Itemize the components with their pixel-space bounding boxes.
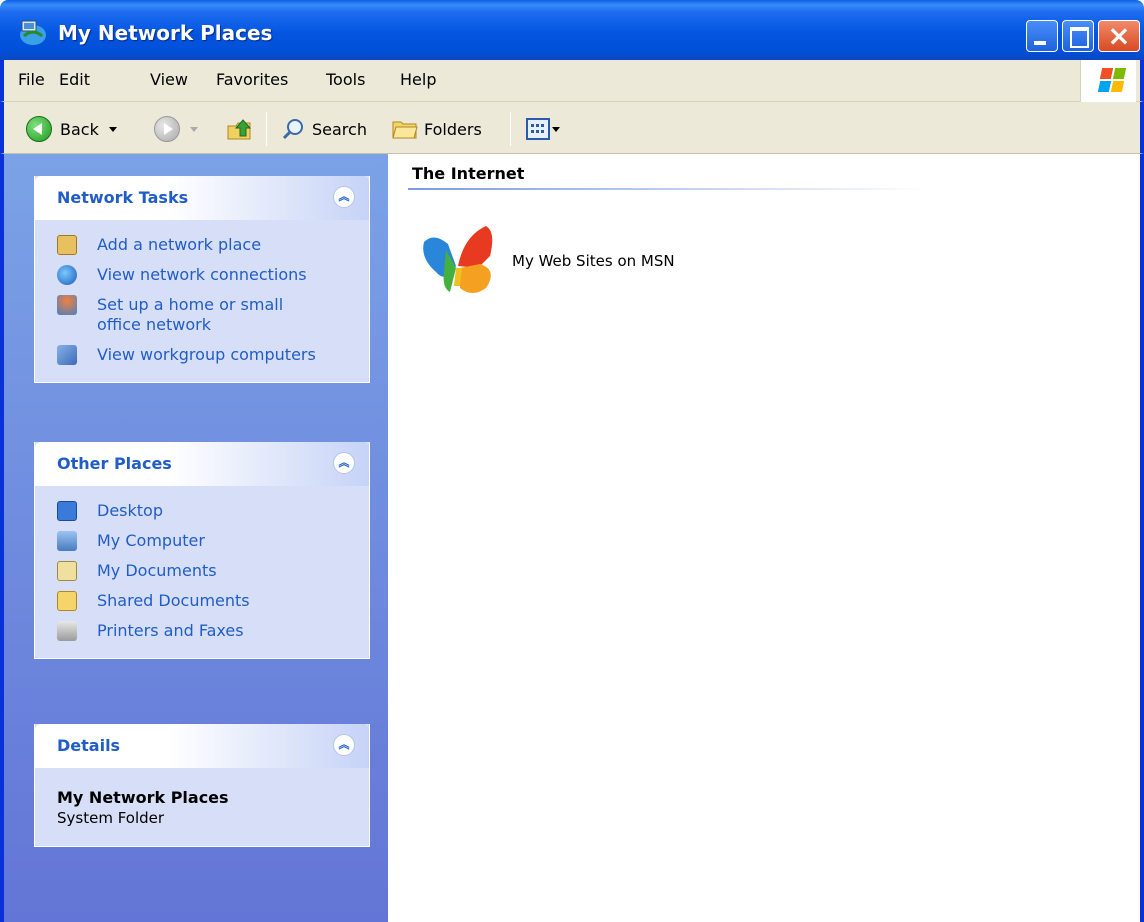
msn-butterfly-icon [423, 226, 493, 293]
menu-bar: File Edit View Favorites Tools Help [0, 60, 1144, 102]
task-setup-home-network[interactable]: Set up a home or small office network [35, 290, 369, 340]
desktop-icon [57, 501, 77, 521]
task-label: Add a network place [97, 235, 262, 254]
group-divider [408, 188, 928, 190]
details-item-type: System Folder [57, 809, 165, 827]
shared-documents-icon [57, 591, 77, 611]
views-dropdown-icon[interactable] [552, 126, 560, 132]
details-title: Details [57, 736, 121, 755]
place-printers-faxes[interactable]: Printers and Faxes [35, 616, 369, 646]
place-my-documents[interactable]: My Documents [35, 556, 369, 586]
toolbar-separator [510, 112, 511, 146]
back-label: Back [60, 119, 99, 139]
network-tasks-title: Network Tasks [57, 188, 189, 207]
item-label: My Web Sites on MSN [512, 252, 675, 270]
group-header: The Internet [412, 164, 525, 183]
details-panel: Details ︽ My Network Places System Folde… [34, 724, 370, 847]
menu-edit[interactable]: Edit [59, 70, 90, 89]
close-button[interactable]: × [1098, 19, 1140, 52]
folders-label: Folders [424, 119, 482, 139]
network-places-icon [20, 20, 46, 45]
network-tasks-header[interactable]: Network Tasks ︽ [35, 176, 369, 220]
network-connections-icon [57, 265, 77, 285]
task-view-network-connections[interactable]: View network connections [35, 260, 369, 290]
views-button[interactable] [526, 112, 560, 146]
place-label: My Documents [97, 561, 217, 580]
details-item-name: My Network Places [57, 788, 229, 807]
collapse-chevron-icon[interactable]: ︽ [333, 452, 355, 474]
place-desktop[interactable]: Desktop [35, 496, 369, 526]
search-icon [282, 119, 303, 140]
my-computer-icon [57, 531, 77, 551]
folders-icon [392, 121, 418, 139]
forward-dropdown-icon[interactable] [190, 126, 198, 132]
place-label: Printers and Faxes [97, 621, 244, 640]
other-places-title: Other Places [57, 454, 172, 473]
forward-arrow-icon [154, 116, 180, 142]
menu-tools[interactable]: Tools [326, 70, 365, 89]
toolbar: Back Search Folders [0, 102, 1144, 154]
folders-button[interactable]: Folders [392, 112, 482, 146]
window-right-border [1140, 154, 1144, 922]
place-my-computer[interactable]: My Computer [35, 526, 369, 556]
place-label: My Computer [97, 531, 205, 550]
task-label: View workgroup computers [97, 345, 316, 364]
task-add-network-place[interactable]: Add a network place [35, 230, 369, 260]
place-label: Shared Documents [97, 591, 250, 610]
place-label: Desktop [97, 501, 163, 520]
search-button[interactable]: Search [282, 112, 367, 146]
views-icon [526, 118, 550, 140]
add-network-place-icon [57, 235, 77, 255]
my-documents-icon [57, 561, 77, 581]
back-dropdown-icon[interactable] [108, 126, 117, 132]
task-label: View network connections [97, 265, 307, 284]
forward-button[interactable] [154, 112, 198, 146]
content-area: The Internet My Web Sites on MSN [388, 154, 1144, 922]
other-places-header[interactable]: Other Places ︽ [35, 442, 369, 486]
menu-help[interactable]: Help [400, 70, 436, 89]
close-icon: × [1107, 19, 1131, 52]
collapse-chevron-icon[interactable]: ︽ [333, 186, 355, 208]
menu-view[interactable]: View [150, 70, 188, 89]
item-my-web-sites-msn[interactable]: My Web Sites on MSN [416, 222, 675, 300]
other-places-panel: Other Places ︽ Desktop My Computer My Do… [34, 442, 370, 659]
windows-logo-icon [1080, 60, 1136, 102]
home-network-icon [57, 295, 77, 315]
printers-icon [57, 621, 77, 641]
toolbar-separator [266, 112, 267, 146]
details-header[interactable]: Details ︽ [35, 724, 369, 768]
up-folder-icon [227, 119, 252, 140]
minimize-button[interactable] [1026, 20, 1058, 52]
menu-favorites[interactable]: Favorites [216, 70, 288, 89]
collapse-chevron-icon[interactable]: ︽ [333, 734, 355, 756]
network-tasks-panel: Network Tasks ︽ Add a network place View… [34, 176, 370, 383]
window-title: My Network Places [58, 21, 273, 45]
maximize-button[interactable] [1062, 20, 1094, 52]
menu-file[interactable]: File [18, 70, 45, 89]
title-bar[interactable]: My Network Places × [0, 0, 1144, 60]
task-label: Set up a home or small office network [97, 295, 284, 334]
back-arrow-icon [26, 116, 52, 142]
task-pane: Network Tasks ︽ Add a network place View… [0, 154, 388, 922]
place-shared-documents[interactable]: Shared Documents [35, 586, 369, 616]
workgroup-icon [57, 345, 77, 365]
back-button[interactable]: Back [26, 112, 117, 146]
task-view-workgroup[interactable]: View workgroup computers [35, 340, 369, 370]
up-folder-button[interactable] [226, 112, 252, 146]
search-label: Search [312, 119, 367, 139]
